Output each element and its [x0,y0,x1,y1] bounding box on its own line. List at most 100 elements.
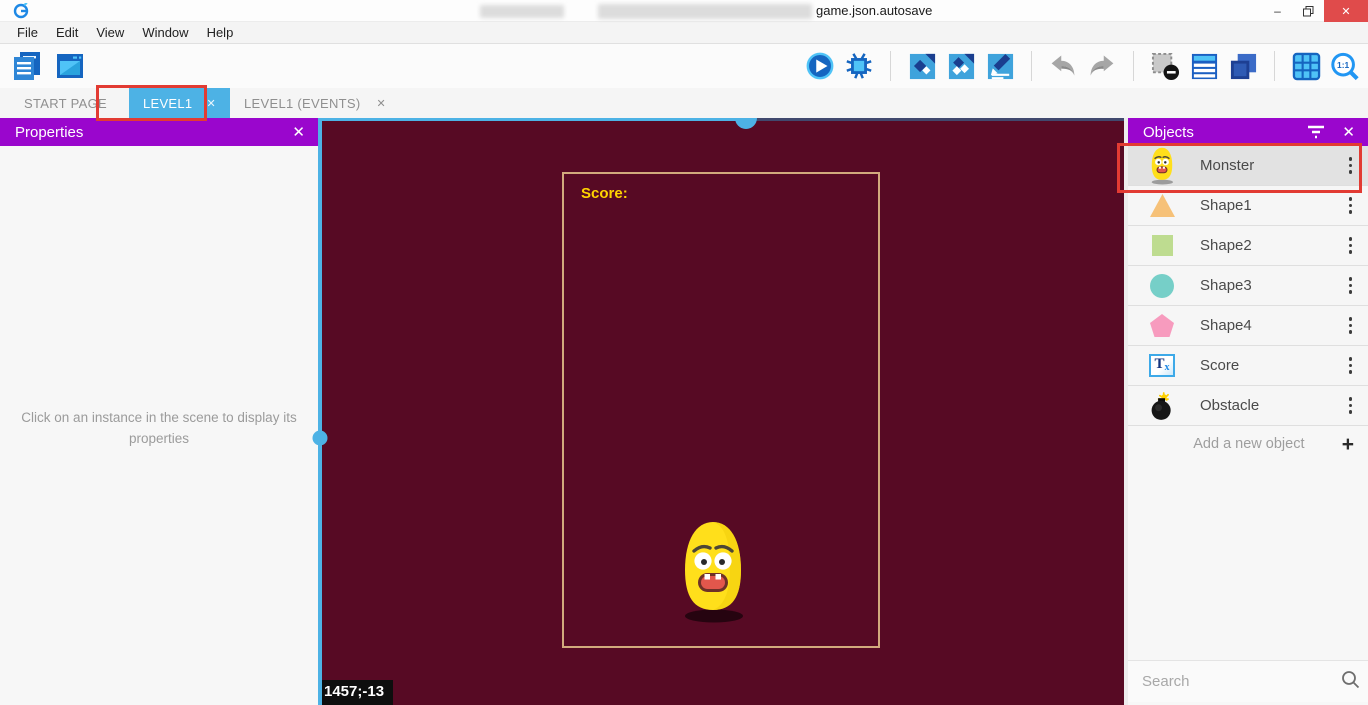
properties-panel-header: Properties ✕ [0,118,318,146]
properties-panel: Properties ✕ Click on an instance in the… [0,118,318,705]
properties-close-icon[interactable]: ✕ [292,123,305,141]
object-row-obstacle[interactable]: Obstacle [1128,386,1368,426]
menu-window[interactable]: Window [133,25,197,40]
tab-level1-label: LEVEL1 [143,96,193,111]
score-text-instance[interactable]: Score: [581,185,628,202]
instances-list-icon[interactable] [1189,51,1219,81]
restore-button[interactable] [1293,0,1324,22]
project-manager-icon[interactable] [12,51,42,81]
window-title: game.json.autosave [816,3,932,18]
bomb-sprite-icon [1146,391,1178,421]
render-mask-icon[interactable] [1150,51,1180,81]
plus-icon: + [1342,434,1354,455]
editor-tab-bar: START PAGE LEVEL1 ✕ LEVEL1 (EVENTS) ✕ [0,88,1368,118]
search-input[interactable] [1142,673,1341,690]
object-menu-icon[interactable] [1345,233,1357,258]
object-row-shape1[interactable]: Shape1 [1128,186,1368,226]
panel-splitter-top[interactable] [318,118,747,121]
object-menu-icon[interactable] [1345,153,1357,178]
object-groups-icon[interactable] [946,51,976,81]
object-label-shape2: Shape2 [1200,237,1345,254]
start-page-icon[interactable] [55,51,85,81]
object-menu-icon[interactable] [1345,393,1357,418]
tab-level1-events-label: LEVEL1 (EVENTS) [244,96,361,111]
add-new-object-button[interactable]: Add a new object + [1128,426,1368,462]
main-toolbar: 1:1 [0,44,1368,88]
object-label-monster: Monster [1200,157,1345,174]
tab-level1-close-icon[interactable]: ✕ [206,97,216,110]
objects-panel-empty-space [1128,462,1368,660]
svg-text:1:1: 1:1 [1337,59,1349,69]
layers-icon[interactable] [1228,51,1258,81]
toolbar-divider [1133,51,1134,81]
object-menu-icon[interactable] [1345,353,1357,378]
circle-shape-icon [1146,274,1178,298]
toolbar-divider [890,51,891,81]
text-object-icon: Tx [1146,354,1178,377]
monster-instance[interactable] [678,520,748,629]
objects-close-icon[interactable]: ✕ [1342,123,1355,141]
triangle-shape-icon [1146,193,1178,218]
menu-file[interactable]: File [8,25,47,40]
redo-icon[interactable] [1087,51,1117,81]
object-label-shape3: Shape3 [1200,277,1345,294]
tab-level1-events[interactable]: LEVEL1 (EVENTS) ✕ [230,88,400,118]
object-row-score[interactable]: Tx Score [1128,346,1368,386]
scene-canvas[interactable]: Score: 1457;-13 [318,118,1124,705]
minimize-button[interactable]: – [1262,0,1293,22]
undo-icon[interactable] [1048,51,1078,81]
splitter-handle-left[interactable] [313,431,328,446]
object-row-shape3[interactable]: Shape3 [1128,266,1368,306]
tab-level1[interactable]: LEVEL1 ✕ [129,88,230,118]
properties-panel-title: Properties [15,124,292,141]
object-label-shape4: Shape4 [1200,317,1345,334]
tab-start-page[interactable]: START PAGE [10,88,121,118]
debug-icon[interactable] [844,51,874,81]
cursor-coordinates-badge: 1457;-13 [318,680,393,705]
title-bar: game.json.autosave – ✕ [0,0,1368,22]
object-row-shape4[interactable]: Shape4 [1128,306,1368,346]
object-label-score: Score [1200,357,1345,374]
square-shape-icon [1146,235,1178,256]
object-menu-icon[interactable] [1345,313,1357,338]
scene-properties-icon[interactable] [985,51,1015,81]
zoom-1-1-icon[interactable]: 1:1 [1330,51,1360,81]
splitter-handle-top[interactable] [735,118,757,129]
panel-splitter-left[interactable] [318,118,322,705]
objects-search-bar [1128,660,1368,702]
properties-panel-body: Click on an instance in the scene to dis… [0,146,318,705]
main-content: Properties ✕ Click on an instance in the… [0,118,1368,705]
search-icon [1341,670,1360,694]
filter-icon[interactable] [1306,124,1326,140]
scene-top-edge [747,118,1124,121]
object-row-shape2[interactable]: Shape2 [1128,226,1368,266]
redacted-text-block [480,5,564,18]
object-menu-icon[interactable] [1345,193,1357,218]
objects-panel-header: Objects ✕ [1128,118,1368,146]
object-label-shape1: Shape1 [1200,197,1345,214]
menu-edit[interactable]: Edit [47,25,87,40]
close-button[interactable]: ✕ [1324,0,1368,22]
play-preview-icon[interactable] [805,51,835,81]
objects-editor-icon[interactable] [907,51,937,81]
monster-sprite-icon [1146,147,1178,185]
toolbar-divider [1031,51,1032,81]
redacted-path-block [598,4,812,19]
tab-start-page-label: START PAGE [24,96,107,111]
window-controls: – ✕ [1262,0,1368,22]
objects-panel-title: Objects [1143,124,1306,141]
object-menu-icon[interactable] [1345,273,1357,298]
pentagon-shape-icon [1146,313,1178,338]
tab-level1-events-close-icon[interactable]: ✕ [377,97,387,110]
object-label-obstacle: Obstacle [1200,397,1345,414]
menu-help[interactable]: Help [198,25,243,40]
object-row-monster[interactable]: Monster [1128,146,1368,186]
gdevelop-logo-icon [13,3,29,19]
add-new-object-label: Add a new object [1128,436,1342,452]
objects-panel: Objects ✕ Monster [1128,118,1368,705]
menu-view[interactable]: View [87,25,133,40]
toolbar-divider [1274,51,1275,81]
properties-empty-message: Click on an instance in the scene to dis… [12,408,306,450]
menu-bar: File Edit View Window Help [0,22,1368,44]
grid-icon[interactable] [1291,51,1321,81]
